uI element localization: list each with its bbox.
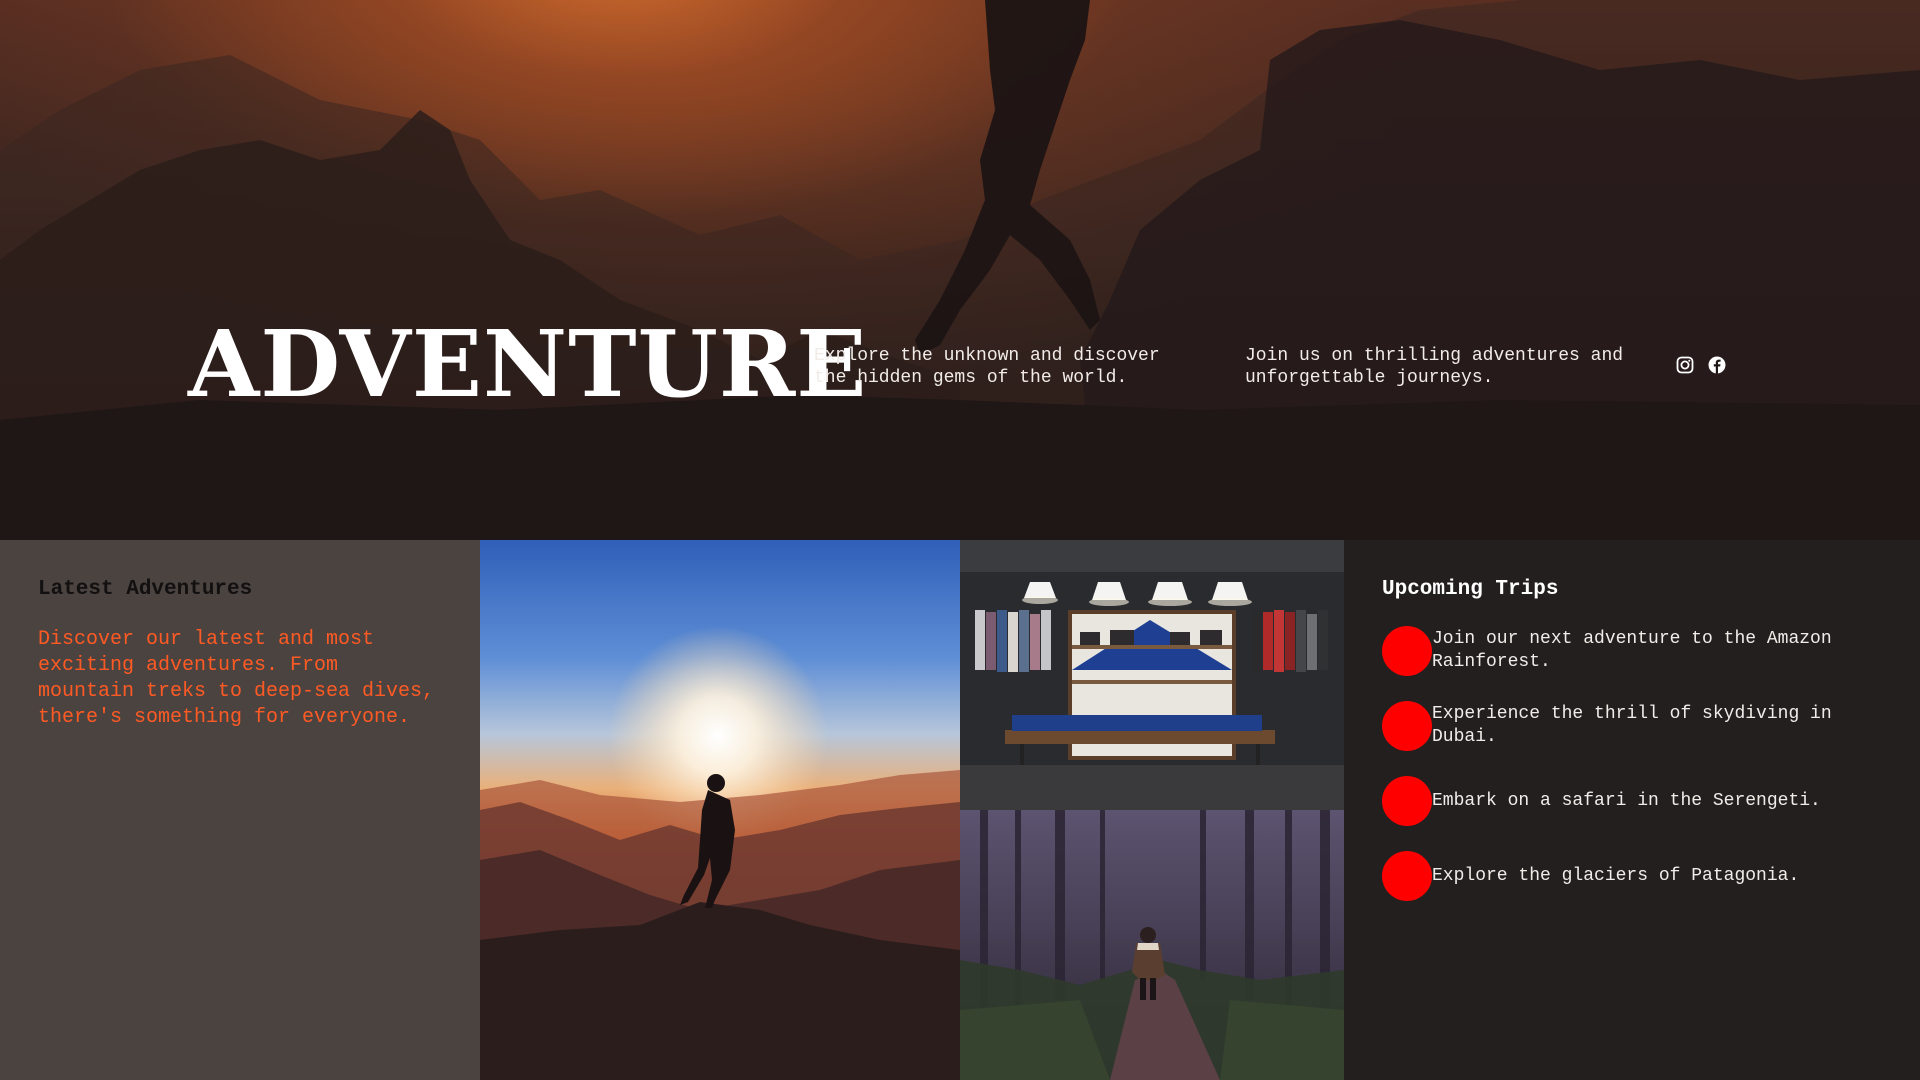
facebook-icon[interactable] — [1708, 356, 1726, 374]
gear-shop-photo — [960, 540, 1344, 810]
latest-adventures-panel: Latest Adventures Discover our latest an… — [0, 540, 480, 1080]
sunset-hiker-photo — [480, 540, 960, 1080]
social-links — [1676, 356, 1726, 374]
trip-bullet-icon — [1382, 701, 1432, 751]
hero-title: ADVENTURE — [188, 310, 868, 418]
upcoming-trips-panel: Upcoming Trips Join our next adventure t… — [1344, 540, 1920, 1080]
upcoming-trips-heading: Upcoming Trips — [1382, 578, 1559, 601]
instagram-icon[interactable] — [1676, 356, 1694, 374]
trip-text: Experience the thrill of skydiving in Du… — [1432, 704, 1832, 747]
hero-banner: ADVENTURE Explore the unknown and discov… — [0, 0, 1920, 540]
trip-item[interactable]: Embark on a safari in the Serengeti. — [1382, 775, 1882, 827]
latest-adventures-text: Discover our latest and most exciting ad… — [38, 628, 435, 729]
hero-invitation: Join us on thrilling adventures and unfo… — [1245, 346, 1624, 388]
trip-bullet-icon — [1382, 776, 1432, 826]
hero-tagline: Explore the unknown and discover the hid… — [814, 346, 1160, 388]
trip-text: Embark on a safari in the Serengeti. — [1432, 790, 1821, 811]
trip-bullet-icon — [1382, 626, 1432, 676]
latest-adventures-heading: Latest Adventures — [38, 578, 253, 601]
trip-text: Explore the glaciers of Patagonia. — [1432, 865, 1800, 886]
forest-walker-photo — [960, 810, 1344, 1080]
trip-text: Join our next adventure to the Amazon Ra… — [1432, 629, 1832, 672]
trip-bullet-icon — [1382, 851, 1432, 901]
trip-item[interactable]: Explore the glaciers of Patagonia. — [1382, 850, 1882, 902]
hero-background-image — [0, 0, 1920, 540]
trip-item[interactable]: Experience the thrill of skydiving in Du… — [1382, 700, 1882, 752]
trip-item[interactable]: Join our next adventure to the Amazon Ra… — [1382, 625, 1882, 677]
